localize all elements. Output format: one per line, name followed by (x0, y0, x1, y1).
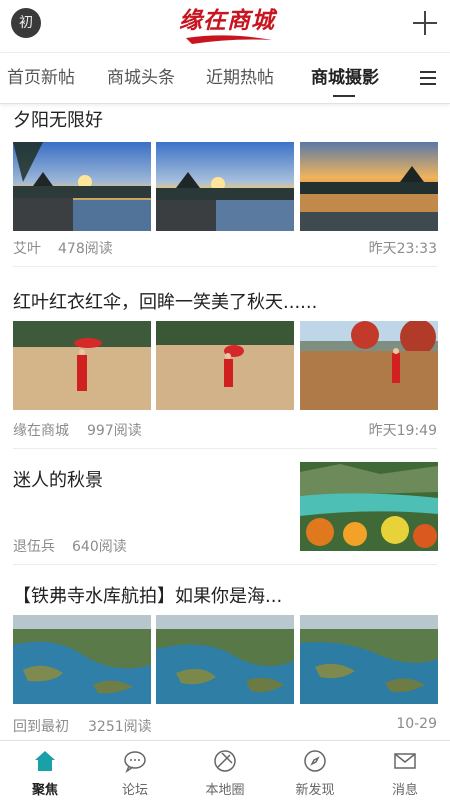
tab-label: 首页新帖 (7, 68, 75, 88)
user-avatar[interactable]: 初 (11, 8, 41, 38)
nav-label: 聚焦 (31, 783, 58, 798)
sunset-pavilion-photo[interactable] (156, 142, 294, 231)
compass-icon (304, 750, 326, 772)
post-divider (13, 266, 437, 267)
reservoir-aerial-photo[interactable] (300, 615, 438, 704)
post-card[interactable]: 【铁弗寺水库航拍】如果你是海... 回到最初 3251阅读 10-29 (0, 564, 450, 740)
post-author[interactable]: 缘在商城 (13, 420, 69, 440)
tab-label: 商城摄影 (311, 68, 379, 88)
hamburger-menu-icon[interactable] (420, 71, 436, 85)
post-time: 10-29 (396, 716, 437, 732)
tab-recent-hot[interactable]: 近期热帖 (202, 53, 278, 103)
category-tabs: 首页新帖 商城头条 近期热帖 商城摄影 (0, 52, 450, 104)
autumn-lake-valley-photo[interactable] (300, 462, 438, 551)
home-icon (35, 751, 55, 771)
autumn-tree-woman-photo[interactable] (300, 321, 438, 410)
red-umbrella-woman-photo[interactable] (156, 321, 294, 410)
post-author[interactable]: 退伍兵 (13, 536, 55, 556)
post-read-count: 997阅读 (87, 423, 142, 439)
post-title[interactable]: 迷人的秋景 (13, 466, 103, 492)
post-title[interactable]: 红叶红衣红伞，回眸一笑美了秋天...... (13, 288, 317, 314)
active-tab-indicator (333, 95, 355, 97)
nav-focus[interactable]: 聚焦 (0, 741, 90, 800)
post-card[interactable]: 红叶红衣红伞，回眸一笑美了秋天...... 缘在商城 997阅读 昨天19:49 (0, 268, 450, 449)
bottom-navigation: 聚焦 论坛 本地圈 新发现 消息 (0, 740, 450, 800)
post-author[interactable]: 回到最初 (13, 716, 69, 736)
nav-label: 本地圈 (205, 783, 245, 798)
post-card[interactable]: 迷人的秋景 退伍兵 640阅读 (0, 448, 450, 565)
post-title[interactable]: 【铁弗寺水库航拍】如果你是海... (13, 582, 282, 608)
reservoir-aerial-photo[interactable] (13, 615, 151, 704)
post-author[interactable]: 艾叶 (13, 238, 41, 258)
nav-forum[interactable]: 论坛 (90, 741, 180, 800)
post-card[interactable]: 夕阳无限好 艾叶 478阅读 昨天23:33 (0, 104, 450, 268)
nav-label: 新发现 (295, 783, 335, 798)
mail-icon (394, 753, 416, 769)
nav-discover[interactable]: 新发现 (270, 741, 360, 800)
nav-label: 论坛 (121, 783, 148, 798)
tab-home-new-posts[interactable]: 首页新帖 (3, 53, 79, 103)
reservoir-aerial-photo[interactable] (156, 615, 294, 704)
sunset-lake-photo[interactable] (300, 142, 438, 231)
app-logo: 缘在商城 (172, 4, 282, 46)
post-read-count: 3251阅读 (88, 719, 152, 735)
sunset-pavilion-photo[interactable] (13, 142, 151, 231)
nav-label: 消息 (391, 783, 418, 798)
logo-swoosh-icon (186, 35, 272, 44)
post-time: 昨天23:33 (368, 241, 437, 257)
chat-bubble-icon (124, 751, 146, 773)
red-umbrella-woman-photo[interactable] (13, 321, 151, 410)
tab-mall-headlines[interactable]: 商城头条 (103, 53, 179, 103)
app-header: 初 缘在商城 (0, 0, 450, 52)
post-read-count: 640阅读 (72, 539, 127, 555)
nav-local-circle[interactable]: 本地圈 (180, 741, 270, 800)
nav-messages[interactable]: 消息 (360, 741, 450, 800)
tab-mall-photography[interactable]: 商城摄影 (303, 53, 387, 103)
tab-label: 商城头条 (107, 68, 175, 88)
tab-label: 近期热帖 (206, 68, 274, 88)
post-time: 昨天19:49 (368, 423, 437, 439)
post-title[interactable]: 夕阳无限好 (13, 106, 103, 132)
post-read-count: 478阅读 (58, 241, 113, 257)
post-feed: 夕阳无限好 艾叶 478阅读 昨天23:33 红叶红衣红伞，回眸一笑美了秋天..… (0, 104, 450, 740)
plus-icon[interactable] (412, 10, 438, 36)
circle-icon (214, 750, 236, 772)
